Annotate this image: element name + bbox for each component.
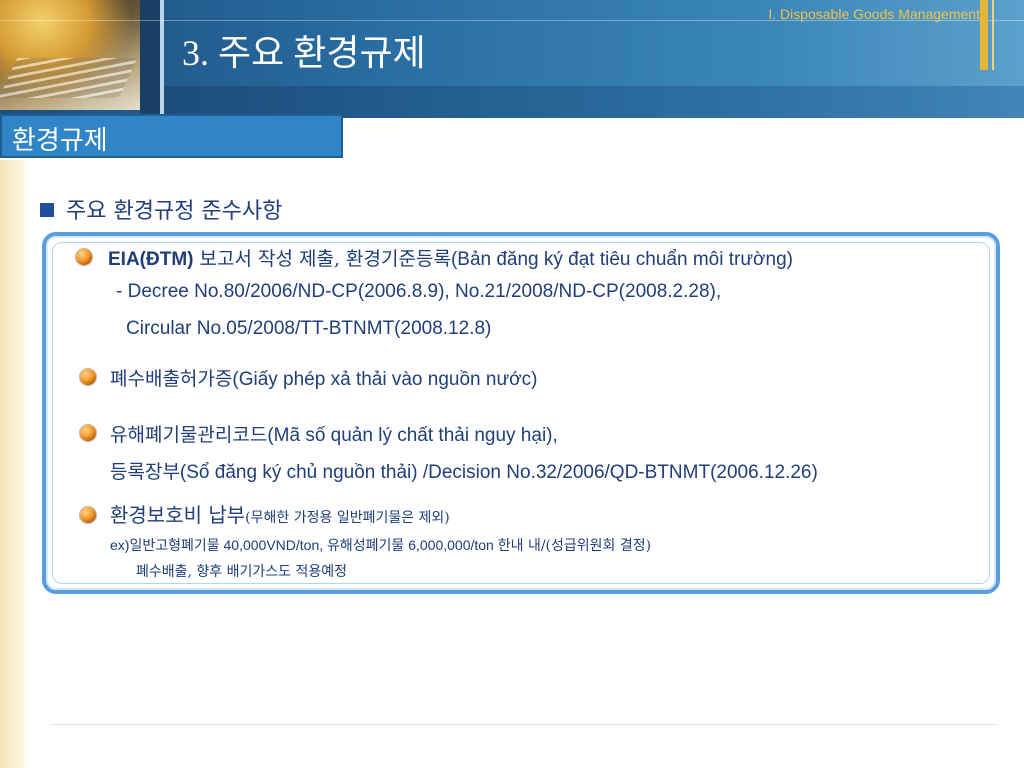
item4-line1: 환경보호비 납부(무해한 가정용 일반폐기물은 제외) <box>110 499 450 528</box>
item4-label-note: (무해한 가정용 일반폐기물은 제외) <box>245 510 450 526</box>
item3-line2: 등록장부(Sổ đăng ký chủ nguồn thải) /Decisio… <box>110 457 818 484</box>
header-subtitle: I. Disposable Goods Management <box>768 6 980 22</box>
item1-line1: EIA(ĐTM) 보고서 작성 제출, 환경기준등록(Bản đăng ký đ… <box>108 244 793 271</box>
section-heading-text: 주요 환경규정 준수사항 <box>66 199 283 224</box>
orange-ball-bullet-icon <box>80 507 96 523</box>
item4-example-line2: 폐수배출, 향후 배기가스도 적용예정 <box>136 564 347 580</box>
item1-line3: Circular No.05/2008/TT-BTNMT(2008.12.8) <box>126 318 492 339</box>
orange-ball-bullet-icon <box>76 249 92 265</box>
item3-line2-kr: 등록장부 <box>110 461 180 483</box>
item4-ex-prefix: ex) <box>110 537 130 553</box>
item2-label-kr: 폐수배출허가증 <box>110 368 233 390</box>
item4-ex-kr3: 한내 내/(성급위원회 결정) <box>497 538 652 554</box>
section-heading: 주요 환경규정 준수사항 <box>40 193 282 225</box>
keyboard-photo <box>0 0 140 110</box>
item1-line2: - Decree No.80/2006/ND-CP(2006.8.9), No.… <box>116 281 722 302</box>
item1-label-bold: EIA(ĐTM) <box>108 249 194 270</box>
item4-example-line: ex)일반고형폐기물 40,000VND/ton, 유해성폐기물 6,000,0… <box>110 535 651 555</box>
gold-accent-bar-thin <box>992 0 994 70</box>
orange-ball-bullet-icon <box>80 369 96 385</box>
section-tab-label: 환경규제 <box>12 126 108 156</box>
item4-ex-kr2: 유해성폐기물 <box>327 538 405 554</box>
section-tab: 환경규제 <box>0 114 343 158</box>
item1-label-kr: 보고서 작성 제출, 환경기준등록 <box>193 248 451 270</box>
item2-label-vi: (Giấy phép xả thải vào nguồn nước) <box>232 369 538 390</box>
gold-accent-bar <box>980 0 988 70</box>
item4-ex-num2: 6,000,000/ton <box>404 537 498 553</box>
item3-line2-rest: (Sổ đăng ký chủ nguồn thải) /Decision No… <box>179 462 818 483</box>
item3-label-kr: 유해폐기물관리코드 <box>110 424 268 446</box>
page-title: 3. 주요 환경규제 <box>182 33 426 73</box>
item1-label-vi: (Bản đăng ký đạt tiêu chuẩn môi trường) <box>450 249 793 270</box>
item3-line1: 유해폐기물관리코드(Mã số quản lý chất thải nguy h… <box>110 420 558 447</box>
item4-ex-kr1: 일반고형폐기물 <box>129 538 220 554</box>
item2-line1: 폐수배출허가증(Giấy phép xả thải vào nguồn nước… <box>110 364 537 391</box>
square-bullet-icon <box>40 203 54 217</box>
header-divider <box>140 0 160 118</box>
footer-rule <box>52 724 996 725</box>
item4-label-kr: 환경보호비 납부 <box>110 503 246 527</box>
orange-ball-bullet-icon <box>80 425 96 441</box>
left-decor-strip <box>0 160 30 768</box>
item4-ex-num1: 40,000VND/ton, <box>219 537 328 553</box>
item3-label-vi: (Mã số quản lý chất thải nguy hại), <box>267 425 558 446</box>
